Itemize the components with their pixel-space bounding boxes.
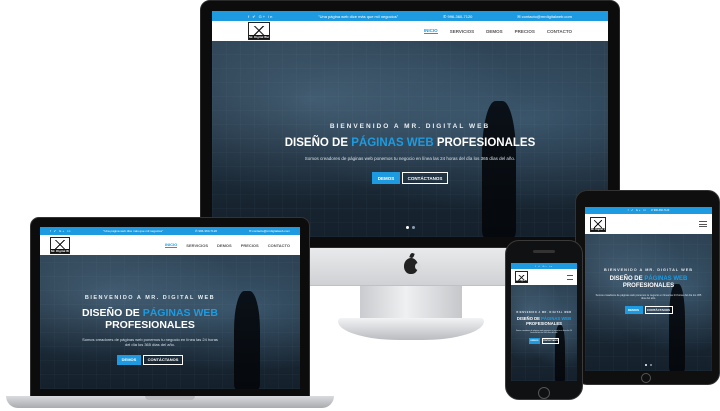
demos-button[interactable]: DEMOS: [117, 354, 141, 365]
responsive-mockup: f ✔ G+ in "Una página web dice más que m…: [0, 0, 720, 411]
ipad-home-button: [641, 373, 651, 383]
nav-item-precios[interactable]: PRECIOS: [241, 243, 259, 248]
nav-item-demos[interactable]: DEMOS: [486, 29, 503, 34]
hero-content: BIENVENIDO A MR. DIGITAL WEB DISEÑO DE P…: [585, 268, 712, 314]
macbook-frame: f ✔ G+ in "Una página web dice más que m…: [30, 217, 310, 397]
nav-bar: Mr. Digital Web: [585, 214, 712, 234]
hero-kicker: BIENVENIDO A MR. DIGITAL WEB: [516, 311, 572, 314]
social-icons[interactable]: f ✔ G+ in: [628, 209, 647, 212]
nav-item-inicio[interactable]: INICIO: [423, 28, 438, 34]
hero-subtext: Somos creadores de páginas web ponemos t…: [82, 337, 218, 348]
hero-title: DISEÑO DE PÁGINAS WEB PROFESIONALES: [284, 137, 536, 149]
nav-item-demos[interactable]: DEMOS: [217, 243, 232, 248]
phone[interactable]: ✆ 996-360-7120: [195, 229, 217, 233]
nav-links: INICIO SERVICIOS DEMOS PRECIOS CONTACTO: [423, 21, 572, 41]
nav-bar: Mr. Digital Web: [511, 269, 577, 285]
nav-bar: Mr. Digital Web INICIO SERVICIOS DEMOS P…: [212, 21, 608, 41]
hero: BIENVENIDO A MR. DIGITAL WEB DISEÑO DE P…: [511, 285, 577, 381]
hero-content: BIENVENIDO A MR. DIGITAL WEB DISEÑO DE P…: [511, 311, 577, 345]
hero-buttons: DEMOS CONTÁCTANOS: [585, 305, 712, 314]
top-bar: f ✔ G+ in "Una página web dice más que m…: [212, 11, 608, 21]
hero-kicker: BIENVENIDO A MR. DIGITAL WEB: [604, 268, 693, 272]
logo-mark-icon: [253, 26, 265, 35]
hero-subtext: Somos creadores de páginas web ponemos t…: [515, 329, 573, 334]
demos-button[interactable]: DEMOS: [372, 172, 400, 185]
contactanos-button[interactable]: CONTÁCTANOS: [542, 338, 559, 345]
logo[interactable]: Mr. Digital Web: [50, 236, 70, 254]
logo-text: Mr. Digital Web: [51, 248, 69, 253]
hero-buttons: DEMOS CONTÁCTANOS: [511, 338, 577, 345]
hero-buttons: DEMOS CONTÁCTANOS: [80, 354, 220, 365]
phone[interactable]: ✆ 996-360-7120: [443, 14, 472, 19]
social-icons[interactable]: f ✔ G+ in: [248, 14, 273, 19]
menu-icon[interactable]: [567, 274, 573, 280]
logo-mark-icon: [54, 240, 66, 249]
email[interactable]: ✉ contacto@mrdigitalweb.com: [517, 14, 572, 19]
demos-button[interactable]: DEMOS: [624, 305, 643, 314]
ipad-screen: f ✔ G+ in ✆ 996-360-7120 Mr. Digital Web…: [585, 207, 712, 371]
imac-base: [338, 318, 484, 340]
imac-frame: f ✔ G+ in "Una página web dice más que m…: [200, 0, 620, 248]
iphone-frame: f ✔ G+ in Mr. Digital Web BIENVENIDO A M…: [505, 240, 583, 400]
hero: BIENVENIDO A MR. DIGITAL WEB DISEÑO DE P…: [40, 255, 300, 389]
hero-title: DISEÑO DE PÁGINAS WEB PROFESIONALES: [516, 316, 572, 326]
top-bar: f ✔ G+ in "Una página web dice más que m…: [40, 227, 300, 235]
ipad-frame: f ✔ G+ in ✆ 996-360-7120 Mr. Digital Web…: [575, 190, 720, 385]
macbook-screen: f ✔ G+ in "Una página web dice más que m…: [40, 227, 300, 389]
hero-title: DISEÑO DE PÁGINAS WEB PROFESIONALES: [82, 307, 218, 332]
hero-kicker: BIENVENIDO A MR. DIGITAL WEB: [329, 123, 491, 130]
contactanos-button[interactable]: CONTÁCTANOS: [143, 354, 183, 365]
apple-logo-icon: [404, 258, 421, 274]
iphone-screen: f ✔ G+ in Mr. Digital Web BIENVENIDO A M…: [511, 263, 577, 381]
contactanos-button[interactable]: CONTÁCTANOS: [402, 172, 448, 185]
logo[interactable]: Mr. Digital Web: [248, 22, 270, 40]
nav-item-inicio[interactable]: INICIO: [165, 242, 178, 248]
hero-title: DISEÑO DE PÁGINAS WEB PROFESIONALES: [609, 276, 688, 289]
nav-item-servicios[interactable]: SERVICIOS: [186, 243, 208, 248]
logo-text: Mr. Digital Web: [249, 35, 269, 39]
macbook-notch: [145, 396, 195, 400]
nav-bar: Mr. Digital Web INICIO SERVICIOS DEMOS P…: [40, 235, 300, 255]
phone[interactable]: ✆ 996-360-7120: [651, 209, 669, 212]
top-bar: f ✔ G+ in ✆ 996-360-7120: [585, 207, 712, 214]
nav-item-contacto[interactable]: CONTACTO: [268, 243, 290, 248]
iphone-home-button: [538, 387, 550, 399]
hero-person: [234, 291, 260, 389]
social-icons[interactable]: f ✔ G+ in: [535, 265, 553, 268]
nav-item-precios[interactable]: PRECIOS: [515, 29, 535, 34]
hero-buttons: DEMOS CONTÁCTANOS: [212, 172, 608, 185]
nav-item-servicios[interactable]: SERVICIOS: [450, 29, 474, 34]
slider-dots[interactable]: [585, 364, 712, 366]
email[interactable]: ✉ contacto@mrdigitalweb.com: [249, 229, 290, 233]
hero-content: BIENVENIDO A MR. DIGITAL WEB DISEÑO DE P…: [212, 123, 608, 185]
hero-subtext: Somos creadores de páginas web ponemos t…: [595, 293, 702, 301]
hero-content: BIENVENIDO A MR. DIGITAL WEB DISEÑO DE P…: [80, 295, 220, 365]
nav-item-contacto[interactable]: CONTACTO: [547, 29, 572, 34]
hero: BIENVENIDO A MR. DIGITAL WEB DISEÑO DE P…: [212, 41, 608, 237]
logo[interactable]: Mr. Digital Web: [590, 216, 606, 232]
hero-kicker: BIENVENIDO A MR. DIGITAL WEB: [84, 295, 216, 301]
logo-text: Mr. Digital Web: [516, 280, 527, 282]
menu-icon[interactable]: [699, 221, 707, 227]
logo[interactable]: Mr. Digital Web: [515, 271, 528, 283]
tagline: "Una página web dice más que mil negocio…: [103, 229, 164, 233]
social-icons[interactable]: f ✔ G+ in: [50, 229, 71, 233]
logo-text: Mr. Digital Web: [591, 227, 605, 231]
logo-mark-icon: [593, 220, 603, 228]
iphone-speaker: [533, 250, 555, 253]
hero-subtext: Somos creadores de páginas web ponemos t…: [304, 156, 516, 162]
contactanos-button[interactable]: CONTÁCTANOS: [644, 305, 673, 314]
imac-screen: f ✔ G+ in "Una página web dice más que m…: [212, 11, 608, 237]
nav-links: INICIO SERVICIOS DEMOS PRECIOS CONTACTO: [165, 235, 290, 255]
demos-button[interactable]: DEMOS: [529, 338, 540, 345]
tagline: "Una página web dice más que mil negocio…: [318, 13, 399, 19]
hero: BIENVENIDO A MR. DIGITAL WEB DISEÑO DE P…: [585, 234, 712, 371]
